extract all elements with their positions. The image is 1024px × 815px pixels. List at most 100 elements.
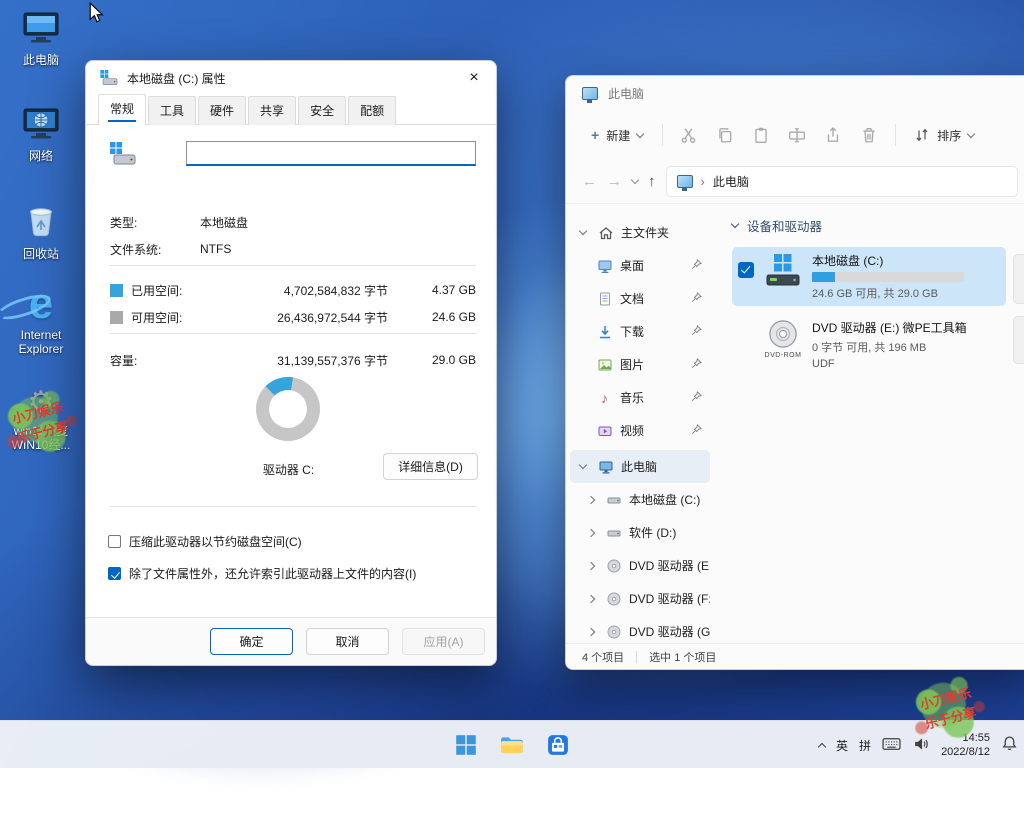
tab-quota[interactable]: 配额: [348, 96, 396, 125]
drive-usage-bar: [812, 272, 964, 282]
free-space-bytes: 26,436,972,544 字节: [200, 309, 388, 326]
up-button[interactable]: ↑: [648, 173, 656, 190]
sidebar-item-desktop[interactable]: 桌面: [570, 249, 710, 282]
compress-checkbox-row[interactable]: 压缩此驱动器以节约磁盘空间(C): [108, 533, 482, 550]
ime-language-badge[interactable]: 英: [836, 737, 848, 754]
desktop-icon-internet-explorer[interactable]: e Internet Explorer: [2, 284, 80, 356]
checkbox-checked-icon[interactable]: [738, 262, 754, 278]
sidebar-item-documents[interactable]: 文档: [570, 282, 710, 315]
explorer-main-pane: 设备和驱动器 本地磁盘 (C:): [714, 204, 1024, 643]
cutoff-drive-item[interactable]: [1013, 254, 1024, 304]
rename-button[interactable]: [779, 119, 815, 151]
chevron-right-icon[interactable]: [587, 495, 595, 503]
sidebar-item-music[interactable]: ♪ 音乐: [570, 381, 710, 414]
type-label: 类型:: [110, 214, 200, 231]
drive-item-dvd-e[interactable]: DVD-ROM DVD 驱动器 (E:) 微PE工具箱 0 字节 可用, 共 1…: [732, 314, 1006, 375]
dialog-titlebar[interactable]: 本地磁盘 (C:) 属性: [86, 61, 496, 95]
desktop-icon-label: 此电脑: [23, 53, 59, 67]
watermark-stamp: 小刀娱乐 乐于分享: [10, 396, 70, 446]
drive-icon: [605, 491, 622, 508]
chevron-down-icon[interactable]: [579, 461, 587, 469]
back-button[interactable]: ←: [582, 173, 597, 190]
used-space-row: 已用空间: 4,702,584,832 字节 4.37 GB: [110, 281, 476, 299]
sidebar-item-this-pc[interactable]: 此电脑: [570, 450, 710, 483]
window-title: 此电脑: [608, 85, 644, 102]
share-button[interactable]: [815, 119, 851, 151]
details-button[interactable]: 详细信息(D): [383, 453, 478, 480]
filesystem-value: NTFS: [200, 242, 231, 256]
tab-general[interactable]: 常规: [98, 94, 146, 125]
tab-tools[interactable]: 工具: [148, 96, 196, 125]
explorer-navbar: ← → ↑ › 此电脑: [566, 160, 1024, 204]
desktop-icon-this-pc[interactable]: 此电脑: [2, 10, 80, 67]
section-header-devices-drives[interactable]: 设备和驱动器: [732, 216, 1024, 235]
apply-button[interactable]: 应用(A): [402, 628, 485, 655]
sidebar-item-downloads[interactable]: 下载: [570, 315, 710, 348]
desktop-icon-recycle-bin[interactable]: 回收站: [2, 200, 80, 261]
copy-button[interactable]: [707, 119, 743, 151]
paste-button[interactable]: [743, 119, 779, 151]
sidebar-item-label: 下载: [620, 323, 644, 340]
recent-locations-chevron-icon[interactable]: [631, 176, 639, 184]
separator: [110, 506, 476, 507]
taskbar-store-button[interactable]: [538, 725, 578, 765]
taskbar-file-explorer-button[interactable]: [492, 725, 532, 765]
address-bar[interactable]: › 此电脑: [666, 166, 1019, 197]
tray-overflow-chevron-icon[interactable]: [818, 743, 826, 751]
delete-button[interactable]: [851, 119, 887, 151]
sidebar-item-local-disk-c[interactable]: 本地磁盘 (C:): [570, 483, 710, 516]
sidebar-item-dvd-g[interactable]: DVD 驱动器 (G:): [570, 615, 710, 643]
cutoff-drive-item[interactable]: [1013, 316, 1024, 364]
drive-name: DVD 驱动器 (E:) 微PE工具箱: [812, 319, 967, 336]
forward-button[interactable]: →: [607, 173, 622, 190]
index-checkbox-row[interactable]: 除了文件属性外，还允许索引此驱动器上文件的内容(I): [108, 565, 482, 582]
cancel-button[interactable]: 取消: [306, 628, 389, 655]
checkbox-unchecked-icon[interactable]: [108, 535, 121, 548]
chevron-down-icon[interactable]: [579, 227, 587, 235]
sidebar-item-pictures[interactable]: 图片: [570, 348, 710, 381]
sidebar-item-dvd-e[interactable]: DVD 驱动器 (E:): [570, 549, 710, 582]
drive-info: 本地磁盘 (C:) 24.6 GB 可用, 共 29.0 GB: [812, 252, 964, 301]
tab-security[interactable]: 安全: [298, 96, 346, 125]
desktop-icon-label: Internet Explorer: [5, 328, 77, 356]
dvd-icon: [605, 590, 622, 607]
sidebar-item-software-d[interactable]: 软件 (D:): [570, 516, 710, 549]
type-row: 类型: 本地磁盘: [110, 213, 476, 231]
sidebar-item-label: 此电脑: [621, 458, 657, 475]
capacity-gb: 29.0 GB: [388, 353, 476, 367]
sidebar-item-dvd-f[interactable]: DVD 驱动器 (F:): [570, 582, 710, 615]
drive-info: DVD 驱动器 (E:) 微PE工具箱 0 字节 可用, 共 196 MB UD…: [812, 319, 967, 370]
pin-icon: [691, 358, 702, 372]
usage-donut: [256, 377, 320, 441]
desktop-folder-icon: [596, 257, 613, 274]
cut-button[interactable]: [671, 119, 707, 151]
explorer-titlebar[interactable]: 此电脑: [566, 76, 1024, 110]
ok-button[interactable]: 确定: [210, 628, 293, 655]
network-icon: [21, 106, 61, 145]
volume-label-input[interactable]: [186, 141, 476, 166]
sidebar-item-label: 本地磁盘 (C:): [629, 491, 700, 508]
chevron-right-icon[interactable]: [587, 561, 595, 569]
tab-hardware[interactable]: 硬件: [198, 96, 246, 125]
checkbox-checked-icon[interactable]: [108, 567, 121, 580]
breadcrumb[interactable]: 此电脑: [713, 173, 749, 190]
touch-keyboard-button[interactable]: [882, 736, 901, 755]
chevron-right-icon[interactable]: [587, 594, 595, 602]
chevron-right-icon[interactable]: [587, 627, 595, 635]
tab-sharing[interactable]: 共享: [248, 96, 296, 125]
disk-properties-dialog: 本地磁盘 (C:) 属性 × 常规 工具 硬件 共享 安全 配额 类型: 本地磁…: [85, 60, 497, 666]
store-icon: [547, 734, 569, 756]
sort-button[interactable]: 排序: [904, 120, 984, 151]
close-button[interactable]: ×: [452, 61, 496, 95]
ime-mode-badge[interactable]: 拼: [859, 737, 871, 754]
music-icon: ♪: [596, 389, 613, 406]
desktop-icon-network[interactable]: 网络: [2, 106, 80, 163]
start-button[interactable]: [446, 725, 486, 765]
drive-item-local-disk-c[interactable]: 本地磁盘 (C:) 24.6 GB 可用, 共 29.0 GB: [732, 247, 1006, 306]
sidebar-item-videos[interactable]: 视频: [570, 414, 710, 447]
new-button[interactable]: + 新建: [580, 120, 654, 151]
chevron-right-icon[interactable]: [587, 528, 595, 536]
notification-center-button[interactable]: [1001, 735, 1018, 755]
status-divider: [636, 651, 637, 663]
sidebar-item-home[interactable]: 主文件夹: [570, 216, 710, 249]
